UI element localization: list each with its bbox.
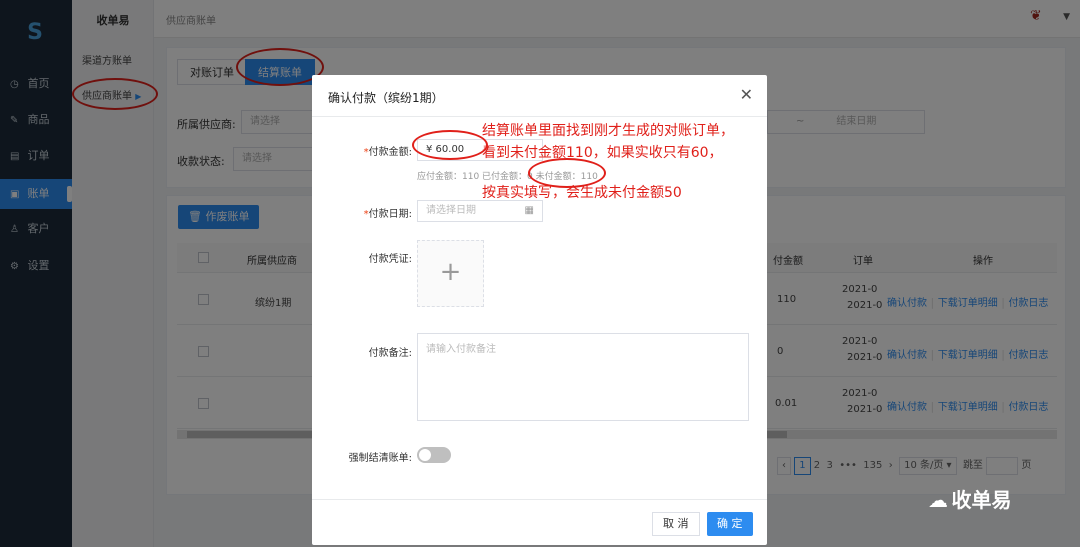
wechat-icon: ☁ [928,488,948,512]
toggle-knob [419,449,431,461]
annotation-line-1: 结算账单里面找到刚才生成的对账订单， [482,123,734,139]
force-settle-toggle[interactable] [417,447,451,463]
annotation-line-3: 按真实填写，会生成未付金额50 [482,185,682,201]
watermark: ☁ 收单易 [928,484,1012,513]
confirm-button[interactable]: 确 定 [707,512,753,536]
plus-icon: + [439,257,462,287]
close-icon[interactable]: ✕ [740,85,753,104]
date-placeholder: 请选择日期 [426,205,476,216]
upload-voucher-button[interactable]: + [417,240,484,307]
calendar-icon: ▦ [524,205,534,216]
dialog-footer: 取 消 确 定 [312,499,767,545]
remark-textarea[interactable]: 请输入付款备注 [417,333,749,421]
annotation-line-2: 看到未付金额110，如果实收只有60， [482,145,723,161]
amount-highlight-circle [412,130,488,160]
dialog-header: 确认付款（缤纷1期） ✕ [312,75,767,117]
remark-label: 付款备注: [368,348,412,359]
cancel-button[interactable]: 取 消 [652,512,700,536]
dialog-title: 确认付款（缤纷1期） [328,91,444,105]
amount-label: *付款金额: [363,147,412,158]
date-label: *付款日期: [363,209,412,220]
force-settle-label: 强制结清账单: [348,453,412,464]
voucher-label: 付款凭证: [368,254,412,265]
watermark-text: 收单易 [951,488,1012,512]
